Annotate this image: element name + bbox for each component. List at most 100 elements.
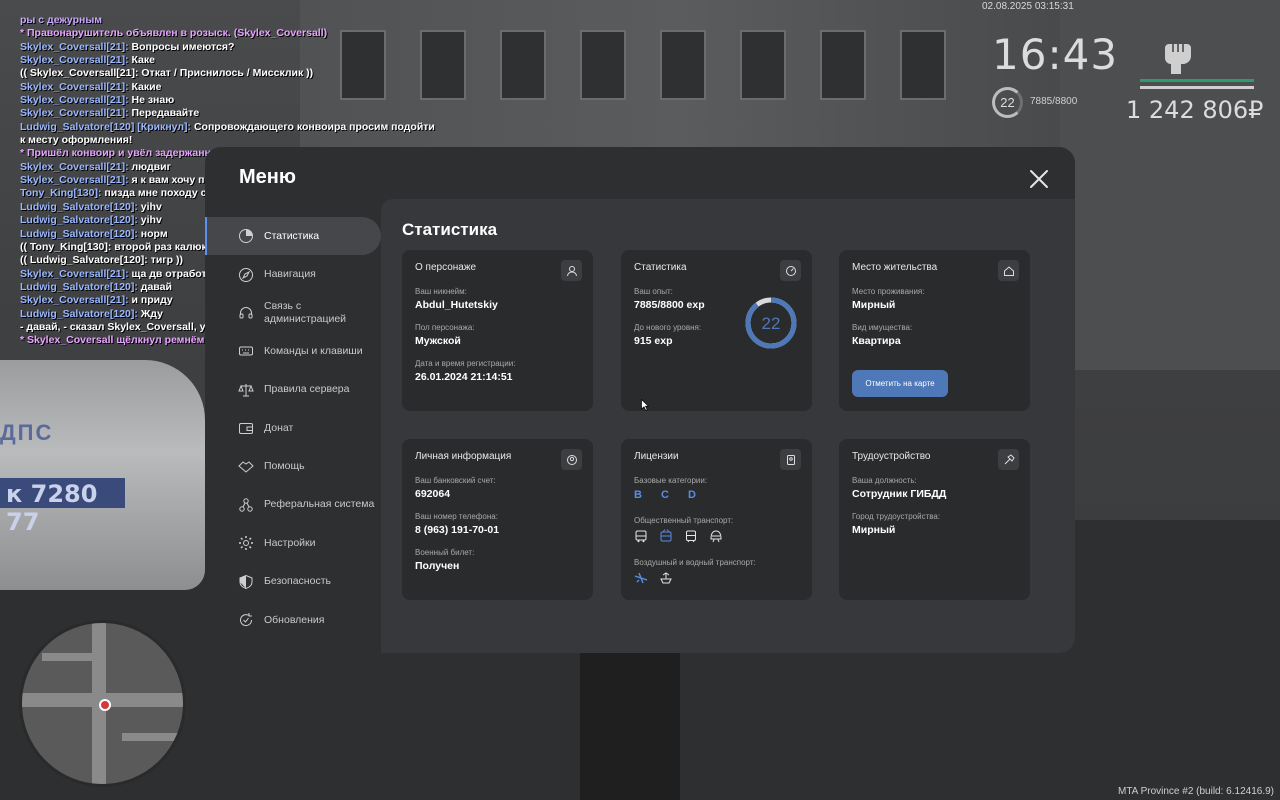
hud-clock: 16:43 [992,30,1119,79]
chat-text: yihv [137,214,162,227]
chat-text: давай [137,280,172,293]
user-icon [561,260,582,281]
boat-icon [660,572,672,584]
building-window [900,30,946,100]
gender-value: Мужской [415,335,461,347]
minimap-road [42,653,92,661]
hud-armor-bar [1140,86,1254,89]
sidebar-item[interactable]: Реферальная система [205,486,381,524]
sidebar-item[interactable]: Настройки [205,524,381,562]
chat-author: Skylex_Coversall[21]: [20,160,129,173]
chat-author: Ludwig_Salvatore[120]: [20,200,138,213]
sidebar-item[interactable]: Связь с администрацией [205,294,381,332]
card-title: Личная информация [415,451,512,462]
building-window [660,30,706,100]
level-value: 22 [762,314,781,333]
reg-label: Дата и время регистрации: [415,359,516,368]
chat-text: Не знаю [128,94,175,107]
sidebar-item[interactable]: Донат [205,409,381,447]
sidebar-item[interactable]: Помощь [205,447,381,485]
refresh-icon [240,613,253,627]
chat-author: Skylex_Coversall[21]: [20,40,129,53]
chat-line: Skylex_Coversall[21]: Каке [20,54,460,67]
hud-date: 02.08.2025 03:15:31 [982,1,1074,12]
chat-author: Skylex_Coversall[21]: [20,54,129,67]
level-progress-ring: 22 [745,297,797,349]
reg-value: 26.01.2024 21:14:51 [415,371,513,383]
minimap-road [122,733,182,741]
air-water-icons [634,571,673,585]
chat-author: Skylex_Coversall[21]: [20,80,129,93]
mark-on-map-button[interactable]: Отметить на карте [852,370,948,397]
headset-icon [239,307,253,319]
chat-text: Каке [128,54,155,67]
sidebar-item-label: Статистика [264,229,320,242]
chat-text: норм [137,227,168,240]
property-value: Квартира [852,335,901,347]
card-licenses: Лицензии Базовые категории: B C D Общест… [621,439,812,600]
sidebar-item[interactable]: Правила сервера [205,371,381,409]
phone-value: 8 (963) 191-70-01 [415,524,500,536]
sidebar-item-label: Реферальная система [264,498,375,511]
sidebar-item[interactable]: Статистика [205,217,381,256]
chat-text: Жду [137,307,163,320]
sidebar-item-label: Донат [264,421,294,434]
build-info: MTA Province #2 (build: 6.12416.9) [1117,786,1274,797]
menu-window: Меню Статистика Навигация Связь с админист… [205,147,1075,653]
chat-author: Skylex_Coversall[21]: [20,174,129,187]
close-icon[interactable] [1029,169,1049,189]
building-window [580,30,626,100]
chat-author: Ludwig_Salvatore[120]: [20,307,138,320]
minimap-player-marker [99,699,111,711]
position-value: Сотрудник ГИБДД [852,488,947,500]
hammer-icon [998,449,1019,470]
sidebar-item-label: Помощь [264,460,305,473]
chat-text: Передавайте [128,107,200,120]
chat-line: * Правонарушитель объявлен в розыск. (Sk… [20,27,460,40]
tram-icon [686,530,696,543]
sidebar-item[interactable]: Команды и клавиши [205,332,381,370]
public-transport-label: Общественный транспорт: [634,516,734,525]
job-city-value: Мирный [852,524,896,536]
gear-icon [239,536,253,551]
sidebar-item[interactable]: Обновления [205,601,381,639]
home-icon [998,260,1019,281]
handshake-icon [238,460,254,473]
shield-icon [239,574,253,589]
referral-icon [239,498,253,512]
card-title: Трудоустройство [852,451,931,462]
pie-chart-icon [239,229,253,244]
metro-icon [710,530,722,543]
chat-text: к месту оформления! [20,134,133,147]
gender-label: Пол персонажа: [415,323,475,332]
chat-text: Какие [128,80,162,93]
sidebar-item[interactable]: Безопасность [205,563,381,601]
base-categories-value: B C D [634,489,704,501]
chat-author: Ludwig_Salvatore[120]: [20,214,138,227]
chat-author: Tony_King[130]: [20,187,102,200]
sidebar-item-label: Команды и клавиши [264,344,363,357]
content-title: Статистика [402,220,498,239]
stats-content: Статистика О персонаже Ваш никнейм: Abdu… [381,199,1075,653]
sidebar-item[interactable]: Навигация [205,255,381,293]
hud-exp: 7885/8800 [1030,96,1078,107]
sidebar-item-label: Правила сервера [264,383,350,396]
military-label: Военный билет: [415,548,475,557]
sidebar-item-label: Настройки [264,536,316,549]
car-plate: к 7280 77 [0,478,125,536]
chat-text: и приду [128,294,173,307]
keyboard-icon [239,346,253,356]
chat-line: Skylex_Coversall[21]: Передавайте [20,107,460,120]
scales-icon [238,383,254,397]
building-window [740,30,786,100]
property-label: Вид имущества: [852,323,913,332]
bus-icon [635,530,647,543]
menu-sidebar: Статистика Навигация Связь с администрацие… [205,217,381,639]
nick-label: Ваш никнейм: [415,287,467,296]
sidebar-item-label: Безопасность [264,575,331,588]
chat-text: (( Ludwig_Salvatore[120]: тигр )) [20,254,183,267]
chat-line: ры с дежурным [20,14,460,27]
sidebar-item-label: Обновления [264,613,325,626]
military-value: Получен [415,560,460,572]
bank-label: Ваш банковский счет: [415,476,496,485]
